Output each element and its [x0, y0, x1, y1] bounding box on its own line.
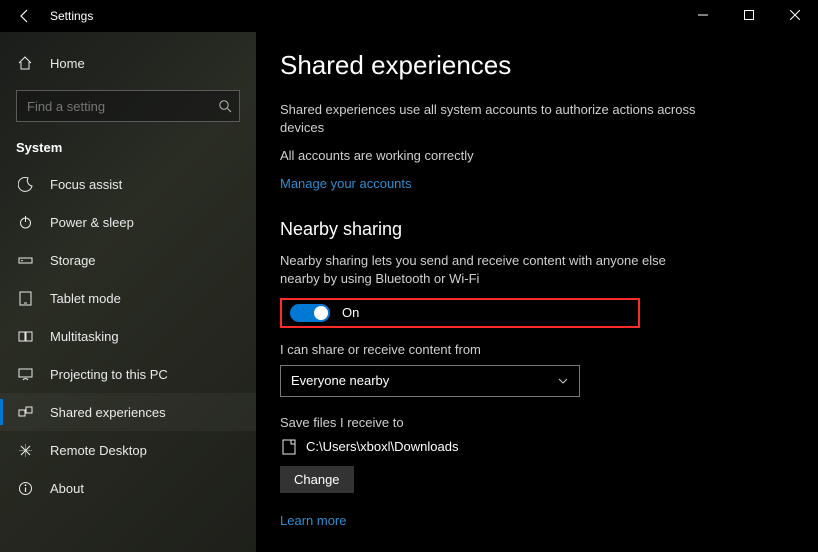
power-icon	[16, 213, 34, 231]
sidebar-item-projecting[interactable]: Projecting to this PC	[0, 355, 256, 393]
content-area: Shared experiences Shared experiences us…	[256, 32, 818, 552]
share-from-label: I can share or receive content from	[280, 342, 794, 357]
description-1: Shared experiences use all system accoun…	[280, 101, 700, 137]
back-button[interactable]	[10, 0, 40, 32]
manage-accounts-link[interactable]: Manage your accounts	[280, 176, 794, 191]
change-button[interactable]: Change	[280, 466, 354, 493]
chevron-down-icon	[557, 375, 569, 387]
info-icon	[16, 479, 34, 497]
minimize-button[interactable]	[680, 0, 726, 30]
folder-icon	[280, 438, 298, 456]
sidebar-item-label: Projecting to this PC	[50, 367, 168, 382]
sidebar-item-multitasking[interactable]: Multitasking	[0, 317, 256, 355]
moon-icon	[16, 175, 34, 193]
tablet-icon	[16, 289, 34, 307]
sidebar-item-storage[interactable]: Storage	[0, 241, 256, 279]
save-path: C:\Users\xboxl\Downloads	[306, 439, 458, 454]
sidebar-item-label: Shared experiences	[50, 405, 166, 420]
sidebar-item-label: Storage	[50, 253, 96, 268]
nearby-sharing-description: Nearby sharing lets you send and receive…	[280, 252, 700, 288]
home-label: Home	[50, 56, 85, 71]
sidebar-item-focus-assist[interactable]: Focus assist	[0, 165, 256, 203]
sidebar-item-label: Tablet mode	[50, 291, 121, 306]
share-from-select[interactable]: Everyone nearby	[280, 365, 580, 397]
close-button[interactable]	[772, 0, 818, 30]
shared-icon	[16, 403, 34, 421]
description-2: All accounts are working correctly	[280, 147, 700, 165]
save-files-label: Save files I receive to	[280, 415, 794, 430]
search-icon	[218, 99, 232, 113]
sidebar-item-about[interactable]: About	[0, 469, 256, 507]
sidebar: Home System Focus assist Power & sleep	[0, 32, 256, 552]
search-input[interactable]	[16, 90, 240, 122]
sidebar-item-remote-desktop[interactable]: Remote Desktop	[0, 431, 256, 469]
nearby-sharing-toggle[interactable]	[290, 304, 330, 322]
home-nav[interactable]: Home	[0, 44, 256, 82]
remote-desktop-icon	[16, 441, 34, 459]
maximize-button[interactable]	[726, 0, 772, 30]
sidebar-item-label: Remote Desktop	[50, 443, 147, 458]
sidebar-item-shared-experiences[interactable]: Shared experiences	[0, 393, 256, 431]
home-icon	[16, 54, 34, 72]
multitasking-icon	[16, 327, 34, 345]
projecting-icon	[16, 365, 34, 383]
window-title: Settings	[50, 9, 93, 23]
sidebar-item-tablet-mode[interactable]: Tablet mode	[0, 279, 256, 317]
page-title: Shared experiences	[280, 50, 794, 81]
share-from-value: Everyone nearby	[291, 373, 389, 388]
learn-more-link[interactable]: Learn more	[280, 513, 794, 528]
storage-icon	[16, 251, 34, 269]
toggle-state-label: On	[342, 305, 359, 320]
sidebar-item-power-sleep[interactable]: Power & sleep	[0, 203, 256, 241]
sidebar-item-label: About	[50, 481, 84, 496]
sidebar-item-label: Focus assist	[50, 177, 122, 192]
nearby-toggle-highlight: On	[280, 298, 640, 328]
nearby-sharing-heading: Nearby sharing	[280, 219, 794, 240]
sidebar-item-label: Power & sleep	[50, 215, 134, 230]
sidebar-section-title: System	[0, 136, 256, 165]
sidebar-item-label: Multitasking	[50, 329, 119, 344]
